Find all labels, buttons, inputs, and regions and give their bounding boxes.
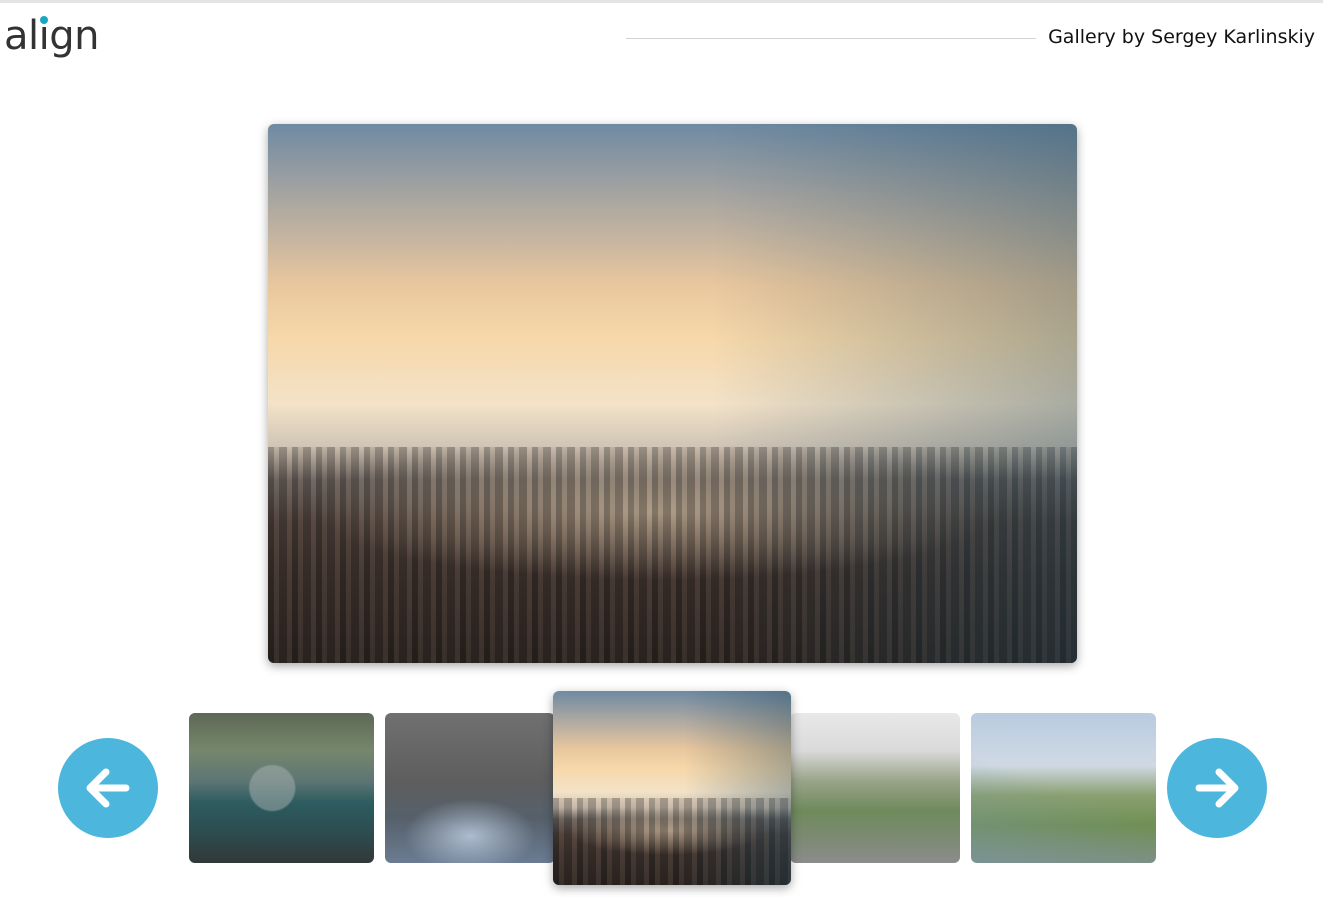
thumbnail-couple[interactable] (385, 713, 555, 863)
logo[interactable]: ali gn (4, 12, 99, 60)
arrow-left-icon (86, 768, 130, 808)
thumbnail-skyline (553, 797, 791, 885)
gallery-credit: Gallery by Sergey Karlinskiy (1048, 26, 1315, 48)
main-photo (268, 124, 1077, 663)
logo-i: i (38, 13, 50, 59)
thumbnail-coast[interactable] (971, 713, 1156, 863)
header-divider (626, 38, 1036, 39)
thumbnail-park-city[interactable] (790, 713, 960, 863)
next-button[interactable] (1167, 738, 1267, 838)
arrow-right-icon (1195, 768, 1239, 808)
logo-text-right: gn (49, 13, 99, 59)
main-photo-skyline (268, 447, 1077, 663)
top-border (0, 0, 1323, 3)
logo-dot-icon (39, 16, 48, 24)
previous-button[interactable] (58, 738, 158, 838)
thumbnail-city-skyline-active[interactable] (553, 691, 791, 885)
logo-text-left: al (4, 13, 39, 59)
thumbnail-vintage-car[interactable] (189, 713, 374, 863)
